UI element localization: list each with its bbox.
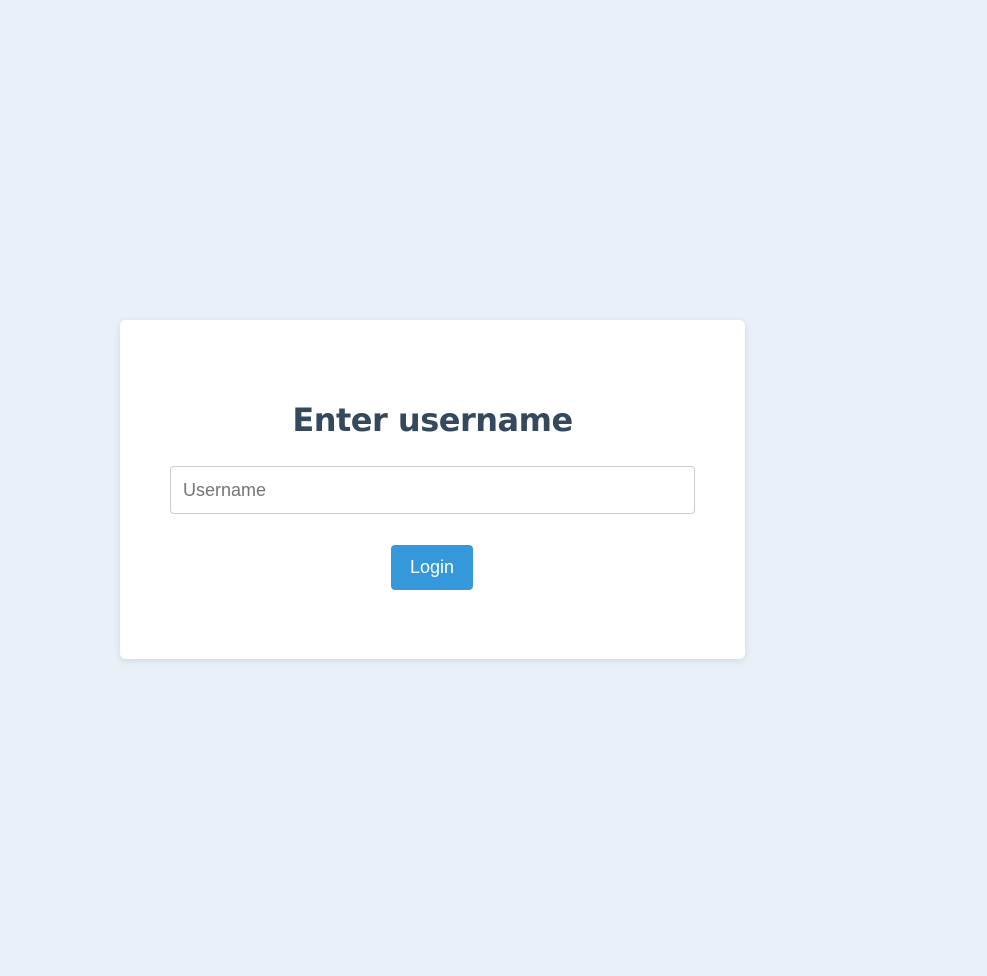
login-button[interactable]: Login [391,545,473,590]
page-title: Enter username [292,401,573,439]
username-input[interactable] [170,466,695,514]
page: Enter username Login [0,0,987,976]
login-card: Enter username Login [120,320,745,659]
